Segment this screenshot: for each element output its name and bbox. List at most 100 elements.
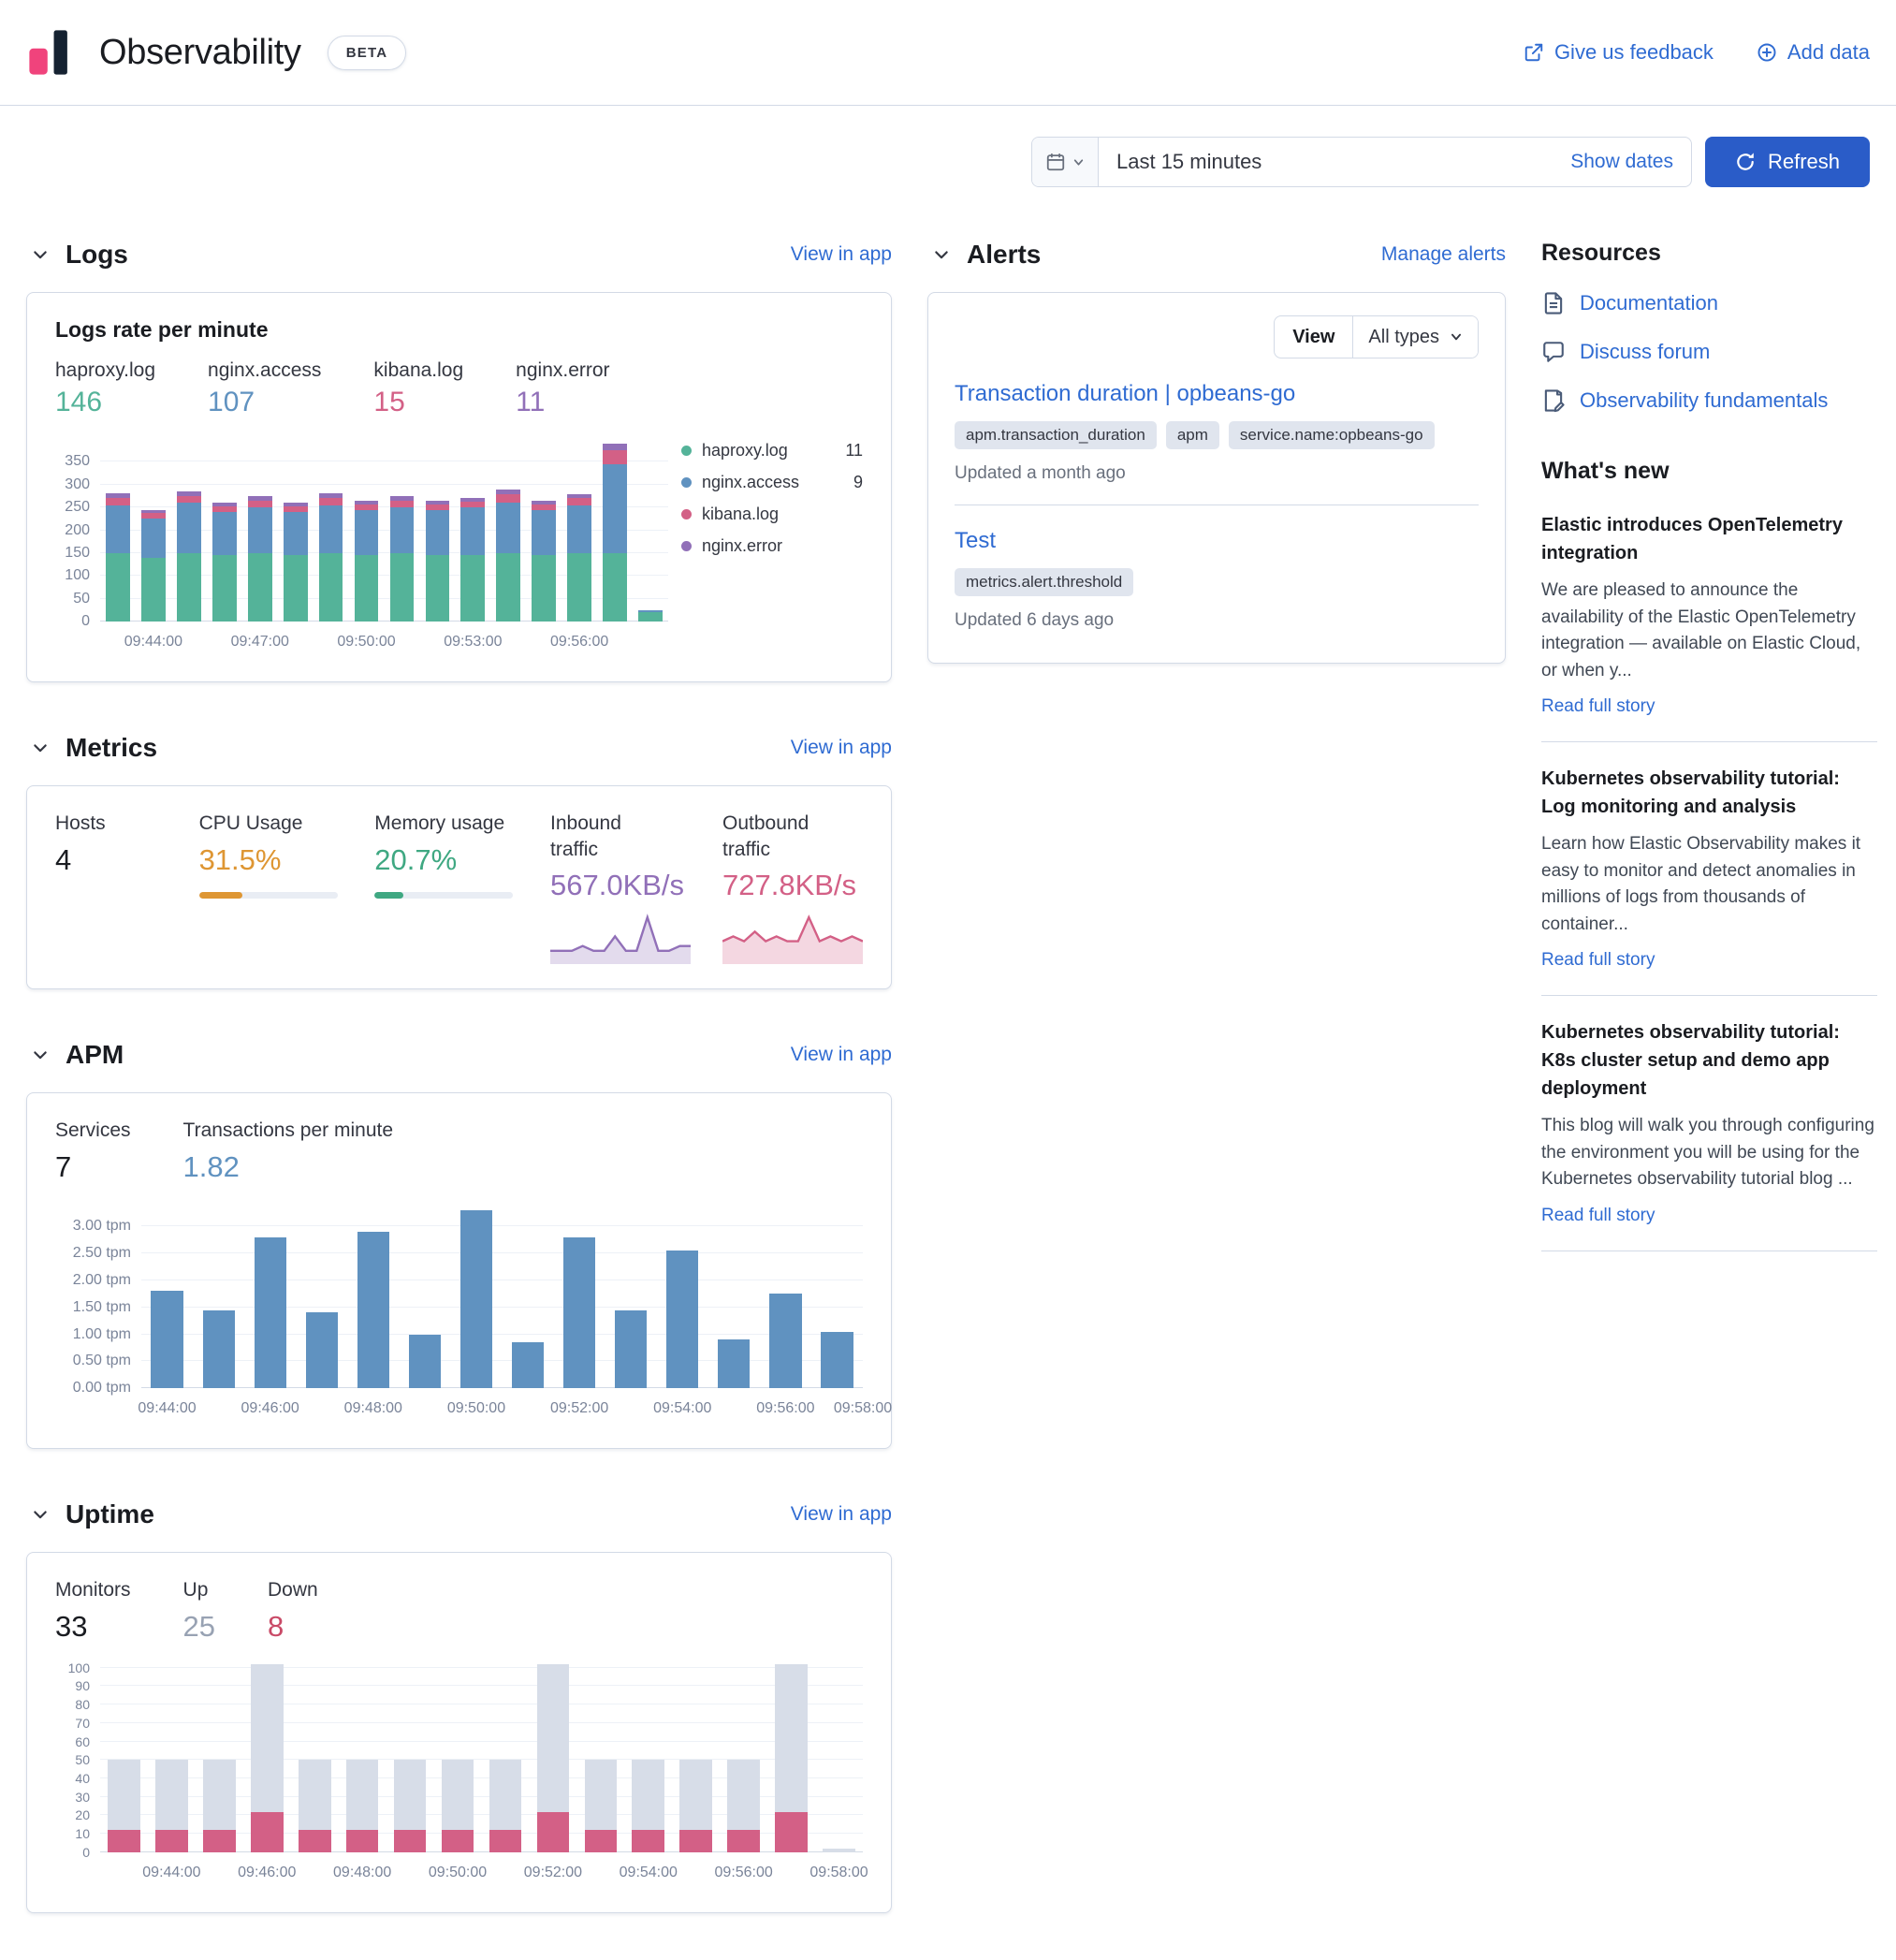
alert-item: Testmetrics.alert.thresholdUpdated 6 day…: [955, 505, 1479, 651]
resource-link-label: Observability fundamentals: [1580, 388, 1828, 413]
resource-link-observability-fundamentals[interactable]: Observability fundamentals: [1541, 388, 1877, 413]
y-axis-label: 0.50 tpm: [73, 1353, 131, 1369]
apm-collapse-button[interactable]: [26, 1041, 54, 1069]
news-item: Kubernetes observability tutorial: Log m…: [1541, 742, 1877, 996]
add-data-label: Add data: [1787, 40, 1870, 65]
logs-view-in-app-link[interactable]: View in app: [791, 243, 892, 266]
alerts-view-label: View: [1275, 316, 1352, 358]
legend-item[interactable]: nginx.access9: [681, 473, 863, 492]
chart-bar: [633, 439, 668, 622]
toolbar: Last 15 minutes Show dates Refresh: [0, 106, 1896, 187]
bar-segment: [727, 1760, 760, 1830]
read-full-story-link[interactable]: Read full story: [1541, 696, 1655, 717]
bar-segment: [496, 503, 520, 553]
bar-segment: [537, 1664, 570, 1812]
bar-segment: [284, 512, 308, 555]
bar-segment: [346, 1760, 379, 1830]
calendar-icon: [1045, 152, 1066, 172]
uptime-collapse-button[interactable]: [26, 1500, 54, 1529]
stat-value: 33: [55, 1610, 131, 1644]
logs-collapse-button[interactable]: [26, 241, 54, 269]
stat-value: 15: [373, 387, 463, 418]
stat-value: 25: [183, 1610, 215, 1644]
bar-segment: [155, 1760, 188, 1830]
refresh-button[interactable]: Refresh: [1705, 137, 1870, 187]
logs-stat: nginx.error11: [516, 359, 609, 418]
resource-link-documentation[interactable]: Documentation: [1541, 291, 1877, 315]
sparkline-svg: [550, 910, 691, 964]
metric-memory-usage: Memory usage 20.7%: [374, 811, 518, 964]
show-dates-link[interactable]: Show dates: [1570, 151, 1691, 173]
bar-segment: [679, 1830, 712, 1852]
alert-title-link[interactable]: Transaction duration | opbeans-go: [955, 381, 1295, 407]
chart-bar: [242, 439, 278, 622]
uptime-view-in-app-link[interactable]: View in app: [791, 1503, 892, 1526]
chart-bar: [434, 1659, 482, 1852]
metrics-view-in-app-link[interactable]: View in app: [791, 737, 892, 759]
bar-segment: [775, 1664, 808, 1812]
legend-value: 11: [845, 441, 863, 461]
bar-segment: [141, 519, 166, 557]
brand: Observability BETA: [26, 27, 406, 78]
stat-value: 8: [268, 1610, 318, 1644]
news-item: Kubernetes observability tutorial: K8s c…: [1541, 996, 1877, 1251]
chart-bar: [136, 439, 171, 622]
y-axis-label: 350: [65, 453, 90, 470]
metric-hosts: Hosts 4: [55, 811, 168, 964]
stat-value: 146: [55, 387, 155, 418]
alerts-collapse-button[interactable]: [927, 241, 955, 269]
alert-badges: metrics.alert.threshold: [955, 568, 1479, 596]
chart-bar: [296, 1205, 347, 1388]
bar-segment: [177, 503, 201, 553]
give-feedback-link[interactable]: Give us feedback: [1524, 40, 1714, 65]
memory-progress-bar: [374, 892, 513, 899]
legend-item[interactable]: haproxy.log11: [681, 441, 863, 461]
manage-alerts-link[interactable]: Manage alerts: [1381, 243, 1506, 266]
legend-item[interactable]: nginx.error: [681, 536, 863, 556]
progress-fill: [374, 892, 403, 899]
bar-segment: [567, 505, 591, 553]
plot-area: [100, 1659, 863, 1852]
x-axis-label: 09:44:00: [138, 1400, 196, 1417]
chart-bar: [554, 1205, 605, 1388]
alert-type-select[interactable]: All types: [1352, 316, 1478, 358]
add-data-link[interactable]: Add data: [1757, 40, 1870, 65]
bar-segment: [532, 555, 556, 622]
observability-logo-icon: [26, 27, 77, 78]
legend-item[interactable]: kibana.log: [681, 505, 863, 524]
chevron-down-icon: [31, 1046, 50, 1064]
sparkline-svg: [722, 910, 863, 964]
chart-bar: [349, 439, 385, 622]
bar-segment: [151, 1291, 182, 1388]
read-full-story-link[interactable]: Read full story: [1541, 1206, 1655, 1226]
read-full-story-link[interactable]: Read full story: [1541, 950, 1655, 971]
bar-segment: [177, 496, 201, 503]
resource-link-discuss-forum[interactable]: Discuss forum: [1541, 340, 1877, 364]
apm-panel: Services 7 Transactions per minute 1.82 …: [26, 1092, 892, 1449]
alert-badge: metrics.alert.threshold: [955, 568, 1133, 596]
bar-segment: [108, 1830, 140, 1852]
quick-select-button[interactable]: [1032, 138, 1099, 186]
chevron-down-icon: [31, 1505, 50, 1524]
beta-badge: BETA: [328, 36, 407, 70]
stat-label: Transactions per minute: [183, 1118, 394, 1144]
page-title: Observability: [99, 33, 301, 73]
chart-bar: [624, 1659, 672, 1852]
stat-label: haproxy.log: [55, 359, 155, 382]
external-link-icon: [1524, 42, 1544, 63]
x-axis-label: 09:56:00: [756, 1400, 814, 1417]
bar-segment: [251, 1664, 284, 1812]
news-body: Learn how Elastic Observability makes it…: [1541, 831, 1877, 938]
discuss-icon: [1541, 340, 1566, 364]
logs-panel: Logs rate per minute haproxy.log146nginx…: [26, 292, 892, 682]
bar-segment: [563, 1237, 595, 1388]
logs-legend: haproxy.log11 nginx.access9 kibana.log ngin…: [668, 439, 863, 657]
alert-title-link[interactable]: Test: [955, 528, 996, 554]
metric-outbound-traffic: Outbound traffic 727.8KB/s: [722, 811, 863, 964]
time-range-button[interactable]: Last 15 minutes: [1099, 138, 1570, 186]
metrics-collapse-button[interactable]: [26, 734, 54, 762]
left-column: Logs View in app Logs rate per minute ha…: [26, 240, 892, 1913]
bar-segment: [203, 1760, 236, 1830]
chevron-down-icon: [31, 739, 50, 757]
apm-view-in-app-link[interactable]: View in app: [791, 1044, 892, 1066]
